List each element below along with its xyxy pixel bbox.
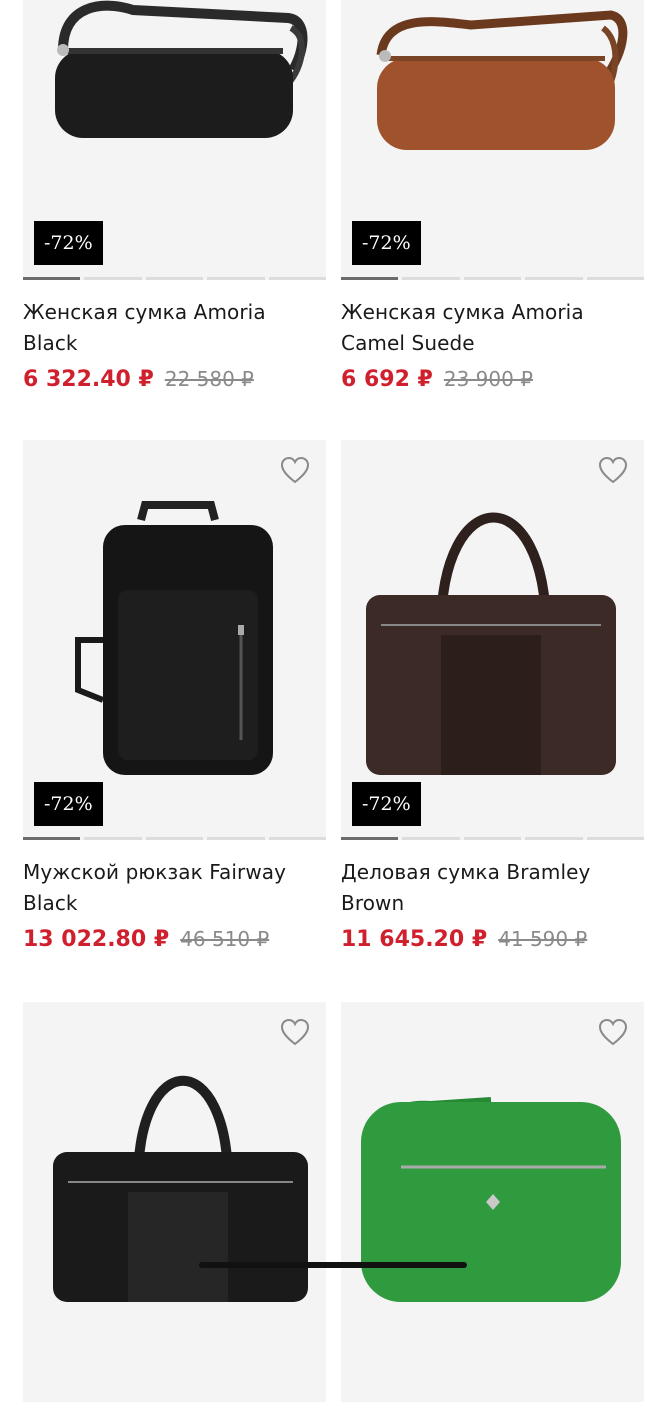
discount-badge: -72% bbox=[352, 221, 421, 265]
carousel-dot[interactable] bbox=[268, 837, 326, 840]
carousel-dot[interactable] bbox=[586, 277, 644, 280]
product-card[interactable]: -72% Женская сумка Amoria Camel Suede 6 … bbox=[341, 0, 644, 395]
carousel-dot[interactable] bbox=[402, 277, 460, 280]
carousel-dot[interactable] bbox=[586, 837, 644, 840]
product-image[interactable] bbox=[341, 1002, 644, 1402]
product-title[interactable]: Мужской рюкзак Fairway Black bbox=[23, 857, 326, 919]
carousel-dot[interactable] bbox=[84, 837, 142, 840]
old-price: 22 580 ₽ bbox=[164, 367, 254, 391]
product-card[interactable]: -72% Мужской рюкзак Fairway Black 13 022… bbox=[23, 440, 326, 955]
product-grid: -72% Женская сумка Amoria Black 6 322.40… bbox=[0, 0, 667, 1402]
heart-outline-icon[interactable] bbox=[598, 1018, 628, 1046]
current-price: 11 645.20 ₽ bbox=[341, 927, 488, 952]
carousel-dot[interactable] bbox=[525, 837, 583, 840]
carousel-dots bbox=[23, 837, 326, 840]
carousel-dot[interactable] bbox=[23, 837, 81, 840]
price-row: 13 022.80 ₽ 46 510 ₽ bbox=[23, 924, 326, 955]
carousel-dot[interactable] bbox=[84, 277, 142, 280]
heart-outline-icon[interactable] bbox=[280, 456, 310, 484]
product-title[interactable]: Женская сумка Amoria Black bbox=[23, 297, 326, 359]
product-title[interactable]: Женская сумка Amoria Camel Suede bbox=[341, 297, 644, 359]
carousel-dots bbox=[341, 837, 644, 840]
heart-outline-icon[interactable] bbox=[280, 1018, 310, 1046]
briefcase-image bbox=[53, 1076, 308, 1302]
discount-badge: -72% bbox=[352, 782, 421, 826]
product-image[interactable]: -72% bbox=[23, 0, 326, 280]
price-row: 6 692 ₽ 23 900 ₽ bbox=[341, 364, 644, 395]
price-row: 11 645.20 ₽ 41 590 ₽ bbox=[341, 924, 644, 955]
carousel-dot[interactable] bbox=[463, 837, 522, 840]
product-card[interactable]: -72% Женская сумка Amoria Black 6 322.40… bbox=[23, 0, 326, 395]
product-image[interactable] bbox=[23, 1002, 326, 1402]
briefcase-image bbox=[366, 512, 616, 775]
heart-outline-icon[interactable] bbox=[598, 456, 628, 484]
product-card[interactable] bbox=[341, 1002, 644, 1402]
home-indicator[interactable] bbox=[199, 1262, 467, 1268]
current-price: 6 322.40 ₽ bbox=[23, 367, 154, 392]
current-price: 6 692 ₽ bbox=[341, 367, 433, 392]
discount-badge: -72% bbox=[34, 782, 103, 826]
product-card[interactable] bbox=[23, 1002, 326, 1402]
carousel-dot[interactable] bbox=[402, 837, 460, 840]
discount-badge: -72% bbox=[34, 221, 103, 265]
carousel-dots bbox=[341, 277, 644, 280]
carousel-dot[interactable] bbox=[341, 277, 399, 280]
carousel-dot[interactable] bbox=[207, 277, 265, 280]
carousel-dots bbox=[23, 277, 326, 280]
carousel-dot[interactable] bbox=[341, 837, 399, 840]
product-card[interactable]: -72% Деловая сумка Bramley Brown 11 645.… bbox=[341, 440, 644, 955]
old-price: 41 590 ₽ bbox=[498, 927, 588, 951]
product-image[interactable]: -72% bbox=[341, 0, 644, 280]
product-image[interactable]: -72% bbox=[341, 440, 644, 840]
carousel-dot[interactable] bbox=[525, 277, 583, 280]
carousel-dot[interactable] bbox=[268, 277, 326, 280]
carousel-dot[interactable] bbox=[207, 837, 265, 840]
price-row: 6 322.40 ₽ 22 580 ₽ bbox=[23, 364, 326, 395]
old-price: 23 900 ₽ bbox=[443, 367, 533, 391]
crossbody-bag-image bbox=[361, 1097, 621, 1302]
carousel-dot[interactable] bbox=[145, 837, 204, 840]
backpack-image bbox=[75, 501, 273, 775]
carousel-dot[interactable] bbox=[145, 277, 204, 280]
old-price: 46 510 ₽ bbox=[180, 927, 270, 951]
current-price: 13 022.80 ₽ bbox=[23, 927, 170, 952]
carousel-dot[interactable] bbox=[463, 277, 522, 280]
product-image[interactable]: -72% bbox=[23, 440, 326, 840]
product-title[interactable]: Деловая сумка Bramley Brown bbox=[341, 857, 644, 919]
carousel-dot[interactable] bbox=[23, 277, 81, 280]
